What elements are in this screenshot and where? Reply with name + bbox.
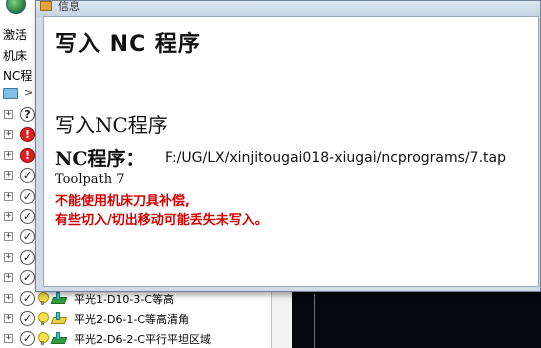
- nc-program-label: NC程序：: [55, 148, 145, 170]
- checkmark-status-icon: ✓: [20, 168, 35, 184]
- info-content[interactable]: 写入 NC 程序 写入NC程序 NC程序： F:/UG/LX/xinjitoug…: [43, 16, 539, 287]
- expand-icon[interactable]: +: [4, 314, 13, 323]
- nc-program-path: F:/UG/LX/xinjitougai018-xiugai/ncprogram…: [165, 150, 506, 166]
- lightbulb-icon: [38, 332, 49, 346]
- checkmark-status-icon: ✓: [20, 209, 35, 224]
- error-status-icon: !: [20, 127, 35, 143]
- expand-icon[interactable]: +: [4, 252, 13, 262]
- cavity-mill-icon: [50, 291, 68, 305]
- nav-label-nc-program: NC程: [3, 69, 33, 83]
- window-title: 信息: [58, 0, 80, 13]
- lightbulb-icon: [38, 312, 49, 325]
- info-window: 信息 写入 NC 程序 写入NC程序 NC程序： F:/UG/LX/xinjit…: [35, 0, 541, 292]
- checkmark-status-icon: ✓: [20, 188, 35, 204]
- checkmark-status-icon: ✓: [20, 270, 35, 286]
- operation-name: 平光1-D10-3-C等高: [74, 292, 175, 306]
- expand-icon[interactable]: +: [4, 334, 13, 344]
- page-title: 写入 NC 程序: [55, 32, 201, 57]
- nav-label-machine: 机床: [3, 49, 28, 63]
- operation-name: 平光2-D6-1-C等高清角: [74, 313, 190, 326]
- expand-icon[interactable]: +: [4, 293, 13, 303]
- folder-arrow: >: [24, 86, 34, 99]
- checkmark-status-icon: ✓: [20, 249, 35, 265]
- operation-row[interactable]: + ✓ 平光2-D6-1-C等高清角: [0, 309, 272, 329]
- operation-name: 平光2-D6-2-C平行平坦区域: [74, 333, 212, 347]
- checkmark-status-icon: ✓: [20, 229, 35, 245]
- lightbulb-icon: [38, 291, 49, 305]
- warning-cutter-compensation: 不能使用机床刀具补偿,: [55, 194, 190, 209]
- nav-label-active: 激活: [3, 28, 28, 42]
- expand-icon[interactable]: +: [4, 150, 13, 160]
- expand-icon[interactable]: +: [4, 273, 13, 283]
- cavity-mill-icon: [50, 332, 68, 345]
- nc-program-row: NC程序： F:/UG/LX/xinjitougai018-xiugai/ncp…: [55, 144, 538, 170]
- checkmark-status-icon: ✓: [20, 311, 35, 326]
- section-heading: 写入NC程序: [55, 113, 168, 137]
- expand-icon[interactable]: +: [4, 110, 13, 119]
- toolpath-label: Toolpath 7: [55, 172, 125, 187]
- error-status-icon: !: [20, 147, 35, 163]
- expand-icon[interactable]: +: [4, 130, 13, 140]
- question-status-icon: ?: [20, 107, 35, 122]
- checkmark-status-icon: ✓: [20, 331, 35, 347]
- warning-lead-moves: 有些切入/切出移动可能丢失未写入。: [55, 213, 268, 228]
- folder-icon: [3, 88, 18, 99]
- title-bar[interactable]: 信息: [36, 0, 540, 17]
- checkmark-status-icon: ✓: [20, 290, 35, 306]
- globe-icon[interactable]: [6, 0, 28, 14]
- viewport-axis-line: [314, 294, 315, 348]
- operation-row[interactable]: + ✓ 平光2-D6-2-C平行平坦区域: [0, 329, 272, 348]
- expand-icon[interactable]: +: [4, 212, 13, 221]
- cavity-mill-icon: [50, 312, 68, 325]
- graphics-viewport[interactable]: [292, 286, 541, 348]
- expand-icon[interactable]: +: [4, 191, 13, 201]
- info-window-icon: [40, 1, 52, 11]
- expand-icon[interactable]: +: [4, 171, 13, 181]
- expand-icon[interactable]: +: [4, 232, 13, 242]
